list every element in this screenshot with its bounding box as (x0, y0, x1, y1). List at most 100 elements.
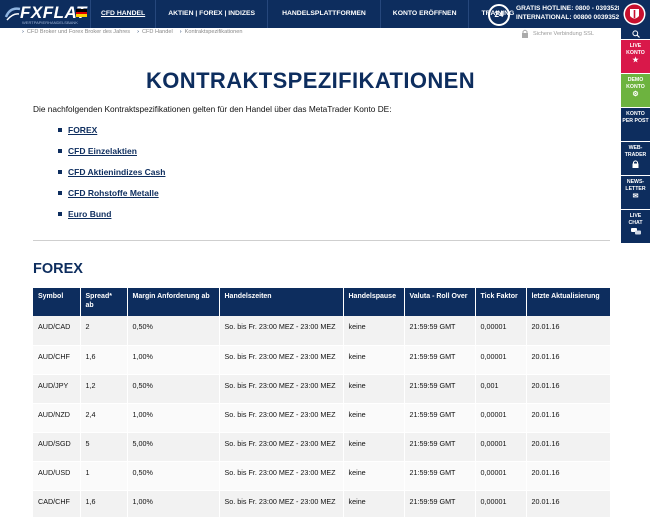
ssl-label: Sichere Verbindung SSL (533, 30, 594, 37)
col-header-spread: Spread* ab (80, 288, 128, 316)
tick-faktor-cell: 0,00001 (475, 432, 527, 462)
handelspause-cell: keine (343, 345, 405, 375)
hotline-international: INTERNATIONAL: 00800 00393528 (516, 14, 623, 21)
nav-cfd-handel[interactable]: CFD HANDEL (90, 0, 155, 28)
table-row: AUD/USD 1 0,50% So. bis Fr. 23:00 MEZ - 23:… (33, 461, 611, 491)
col-header-symbol: Symbol (33, 288, 81, 316)
german-flag-icon[interactable] (76, 9, 87, 17)
lock-icon (522, 29, 528, 38)
newsletter-button[interactable]: NEWS- LETTER ✉ (621, 176, 650, 210)
col-header-margin: Margin Anforderung ab (127, 288, 220, 316)
breadcrumb-item[interactable]: Kontraktspezifikationen (180, 29, 243, 35)
valuta-cell: 21:59:59 GMT (404, 345, 476, 375)
side-action-bar: LIVE KONTO ★ DEMO KONTO ⚙ KONTO PER POST… (621, 28, 650, 244)
table-header-row: Symbol Spread* ab Margin Anforderung ab … (33, 288, 611, 316)
margin-cell: 1,00% (127, 490, 220, 517)
spread-cell: 1 (80, 461, 128, 491)
symbol-cell: CAD/CHF (33, 490, 81, 517)
table-row: AUD/NZD 2,4 1,00% So. bis Fr. 23:00 MEZ - 2… (33, 403, 611, 433)
breadcrumb-item[interactable]: CFD Broker und Forex Broker des Jahres (22, 29, 130, 35)
handelspause-cell: keine (343, 316, 405, 346)
symbol-cell: AUD/JPY (33, 374, 81, 404)
newsletter-label-1: NEWS- (626, 179, 645, 185)
link-euro-bund[interactable]: Euro Bund (58, 209, 165, 230)
main-nav: CFD HANDEL AKTIEN | FOREX | INDIZES HAND… (90, 0, 526, 28)
valuta-cell: 21:59:59 GMT (404, 461, 476, 491)
symbol-cell: AUD/USD (33, 461, 81, 491)
aktualisierung-cell: 20.01.16 (526, 374, 611, 404)
tick-faktor-cell: 0,00001 (475, 490, 527, 517)
live-chat-label-2: CHAT (628, 219, 643, 226)
col-header-handelspause: Handelspause (343, 288, 405, 316)
logo-subtitle: WERTPAPIERHANDELSBANK (22, 20, 78, 25)
coins-icon: ⚙ (632, 91, 639, 98)
aktualisierung-cell: 20.01.16 (526, 490, 611, 517)
lock-icon (621, 160, 650, 171)
link-cfd-aktienindizes-cash[interactable]: CFD Aktienindizes Cash (58, 167, 165, 188)
hotline[interactable]: 24 GRATIS HOTLINE: 0800 - 0393528 INTERN… (486, 2, 623, 26)
margin-cell: 5,00% (127, 432, 220, 462)
live-konto-label-1: LIVE (629, 43, 642, 49)
star-icon: ★ (632, 57, 639, 64)
col-header-tick-faktor: Tick Faktor (475, 288, 527, 316)
table-row: AUD/CHF 1,6 1,00% So. bis Fr. 23:00 MEZ - 2… (33, 345, 611, 375)
forex-spec-table: Symbol Spread* ab Margin Anforderung ab … (33, 288, 611, 517)
spread-cell: 2,4 (80, 403, 128, 433)
intro-text: Die nachfolgenden Kontraktspezifikatione… (33, 104, 392, 114)
spread-cell: 1,6 (80, 490, 128, 517)
demo-konto-label-2: KONTO (626, 83, 645, 90)
aktualisierung-cell: 20.01.16 (526, 461, 611, 491)
webtrader-label-1: WEB- (628, 145, 643, 151)
live-chat-label-1: LIVE (629, 213, 642, 219)
divider (33, 240, 610, 241)
webtrader-button[interactable]: WEB- TRADER (621, 142, 650, 176)
symbol-cell: AUD/NZD (33, 403, 81, 433)
valuta-cell: 21:59:59 GMT (404, 432, 476, 462)
handelszeiten-cell: So. bis Fr. 23:00 MEZ - 23:00 MEZ (219, 374, 344, 404)
fxflat-logo[interactable]: FXFLAT WERTPAPIERHANDELSBANK (4, 2, 86, 26)
phone-24-icon: 24 (488, 4, 510, 26)
live-konto-button[interactable]: LIVE KONTO ★ (621, 40, 650, 74)
table-row: AUD/SGD 5 5,00% So. bis Fr. 23:00 MEZ - 23:… (33, 432, 611, 462)
handelspause-cell: keine (343, 403, 405, 433)
section-title-forex: FOREX (33, 261, 83, 277)
crest-icon (623, 3, 646, 25)
symbol-cell: AUD/CHF (33, 345, 81, 375)
link-cfd-einzelaktien[interactable]: CFD Einzelaktien (58, 146, 165, 167)
tick-faktor-cell: 0,00001 (475, 316, 527, 346)
margin-cell: 0,50% (127, 461, 220, 491)
club-crest-logo[interactable] (619, 0, 650, 28)
col-header-valuta: Valuta - Roll Over (404, 288, 476, 316)
handelszeiten-cell: So. bis Fr. 23:00 MEZ - 23:00 MEZ (219, 316, 344, 346)
nav-aktien-forex-indizes[interactable]: AKTIEN | FOREX | INDIZES (155, 0, 267, 28)
valuta-cell: 21:59:59 GMT (404, 316, 476, 346)
live-chat-button[interactable]: LIVE CHAT (621, 210, 650, 244)
margin-cell: 0,50% (127, 316, 220, 346)
spread-cell: 5 (80, 432, 128, 462)
ssl-indicator: Sichere Verbindung SSL (521, 29, 594, 38)
spread-cell: 1,2 (80, 374, 128, 404)
page-title: KONTRAKTSPEZIFIKATIONEN (145, 68, 475, 93)
live-konto-label-2: KONTO (626, 49, 645, 56)
handelszeiten-cell: So. bis Fr. 23:00 MEZ - 23:00 MEZ (219, 403, 344, 433)
valuta-cell: 21:59:59 GMT (404, 374, 476, 404)
newsletter-label-2: LETTER (625, 185, 646, 192)
demo-konto-label-1: DEMO (627, 77, 644, 83)
col-header-handelszeiten: Handelszeiten (219, 288, 344, 316)
nav-handelsplattformen[interactable]: HANDELSPLATTFORMEN (267, 0, 380, 28)
konto-per-post-button[interactable]: KONTO PER POST (621, 108, 650, 142)
hotline-free: GRATIS HOTLINE: 0800 - 0393528 (516, 5, 622, 12)
breadcrumb-item[interactable]: CFD Handel (137, 29, 173, 35)
demo-konto-button[interactable]: DEMO KONTO ⚙ (621, 74, 650, 108)
tick-faktor-cell: 0,001 (475, 374, 527, 404)
link-cfd-rohstoffe-metalle[interactable]: CFD Rohstoffe Metalle (58, 188, 165, 209)
aktualisierung-cell: 20.01.16 (526, 403, 611, 433)
nav-konto-eroeffnen[interactable]: KONTO ERÖFFNEN (379, 0, 469, 28)
symbol-cell: AUD/SGD (33, 432, 81, 462)
link-forex[interactable]: FOREX (58, 125, 165, 146)
top-header: FXFLAT WERTPAPIERHANDELSBANK CFD HANDEL … (0, 0, 650, 28)
search-button[interactable] (621, 28, 650, 40)
table-row: CAD/CHF 1,6 1,00% So. bis Fr. 23:00 MEZ - 2… (33, 490, 611, 517)
aktualisierung-cell: 20.01.16 (526, 345, 611, 375)
konto-per-post-label-1: KONTO (626, 111, 645, 117)
